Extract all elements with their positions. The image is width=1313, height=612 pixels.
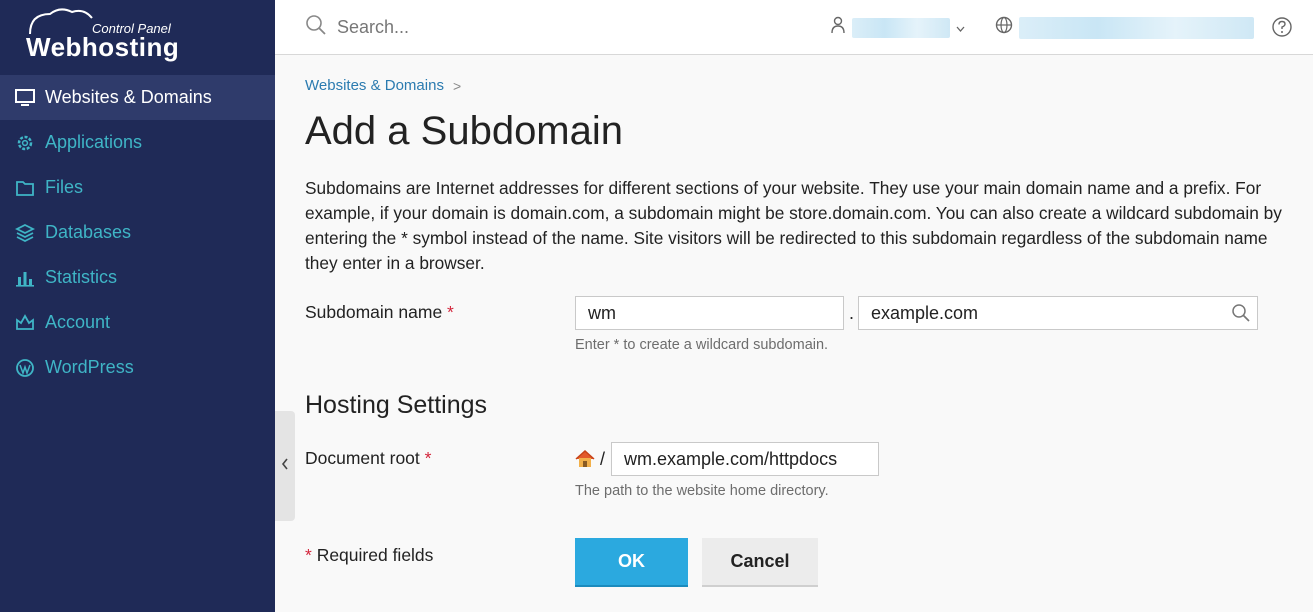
gear-icon — [15, 133, 35, 153]
required-mark: * — [447, 302, 454, 322]
cancel-button[interactable]: Cancel — [702, 538, 818, 587]
layers-icon — [15, 223, 35, 243]
domain-redacted — [1019, 16, 1254, 39]
page-description: Subdomains are Internet addresses for di… — [305, 178, 1282, 273]
breadcrumb: Websites & Domains > — [305, 77, 461, 94]
sidebar-item-label: Statistics — [45, 267, 118, 287]
sidebar-item-wordpress[interactable]: WordPress — [0, 345, 275, 390]
search-icon — [305, 14, 327, 41]
search-input[interactable]: Search... — [337, 17, 409, 38]
sidebar-item-label: Files — [45, 177, 84, 197]
sidebar-item-label: Applications — [45, 132, 143, 152]
sidebar-nav: Websites & Domains Applications Files Da… — [0, 75, 275, 390]
subdomain-hint: Enter * to create a wildcard subdomain. — [575, 337, 829, 353]
bar-chart-icon — [15, 268, 35, 288]
subdomain-name-input[interactable]: wm — [575, 296, 844, 330]
parent-domain-value: example.com — [871, 303, 979, 323]
user-icon — [830, 16, 846, 39]
sidebar-item-statistics[interactable]: Statistics — [0, 255, 275, 300]
document-root-hint: The path to the website home directory. — [575, 483, 829, 499]
breadcrumb-separator: > — [452, 77, 462, 94]
crown-icon — [15, 313, 35, 333]
domain-selector[interactable] — [995, 16, 1254, 39]
subdomain-name-label: Subdomain name * — [305, 302, 454, 323]
search-icon[interactable] — [1231, 303, 1251, 328]
required-mark: * — [305, 545, 312, 565]
sidebar-item-websites-domains[interactable]: Websites & Domains — [0, 75, 275, 120]
document-root-label-text: Document root — [305, 448, 420, 468]
subdomain-name-label-text: Subdomain name — [305, 302, 443, 322]
help-icon — [1271, 17, 1293, 42]
folder-icon — [15, 178, 35, 198]
sidebar: Control Panel Webhosting Websites & Doma… — [0, 0, 275, 612]
page-title: Add a Subdomain — [305, 109, 624, 153]
help-button[interactable] — [1271, 16, 1293, 43]
sidebar-item-databases[interactable]: Databases — [0, 210, 275, 255]
required-mark: * — [424, 448, 432, 468]
sidebar-item-account[interactable]: Account — [0, 300, 275, 345]
wordpress-icon — [15, 358, 35, 378]
home-icon — [574, 448, 596, 475]
sidebar-item-files[interactable]: Files — [0, 165, 275, 210]
document-root-slash: / — [600, 449, 606, 469]
search-box[interactable]: Search... — [305, 14, 409, 41]
domain-dot: . — [849, 303, 855, 323]
breadcrumb-link-websites-domains[interactable]: Websites & Domains — [305, 77, 444, 94]
sidebar-item-label: Websites & Domains — [45, 87, 212, 107]
logo[interactable]: Control Panel Webhosting — [22, 6, 192, 66]
collapse-sidebar-button[interactable] — [275, 411, 295, 521]
required-fields-note: * Required fields — [305, 545, 433, 566]
monitor-icon — [15, 88, 35, 108]
user-menu[interactable] — [830, 16, 965, 39]
sidebar-item-label: Account — [45, 312, 111, 332]
ok-button[interactable]: OK — [575, 538, 688, 587]
sidebar-item-label: Databases — [45, 222, 132, 242]
parent-domain-select[interactable]: example.com — [858, 296, 1258, 330]
sidebar-item-applications[interactable]: Applications — [0, 120, 275, 165]
globe-icon — [995, 16, 1013, 39]
chevron-down-icon — [956, 19, 965, 37]
sidebar-item-label: WordPress — [45, 357, 134, 377]
topbar: Search... — [275, 0, 1313, 55]
document-root-label: Document root * — [305, 448, 431, 469]
hosting-settings-heading: Hosting Settings — [305, 391, 488, 419]
document-root-input[interactable]: wm.example.com/httpdocs — [611, 442, 879, 476]
username-redacted — [852, 17, 950, 38]
required-fields-text: Required fields — [316, 545, 434, 565]
chevron-left-icon — [281, 457, 289, 475]
logo-title: Webhosting — [26, 32, 180, 62]
